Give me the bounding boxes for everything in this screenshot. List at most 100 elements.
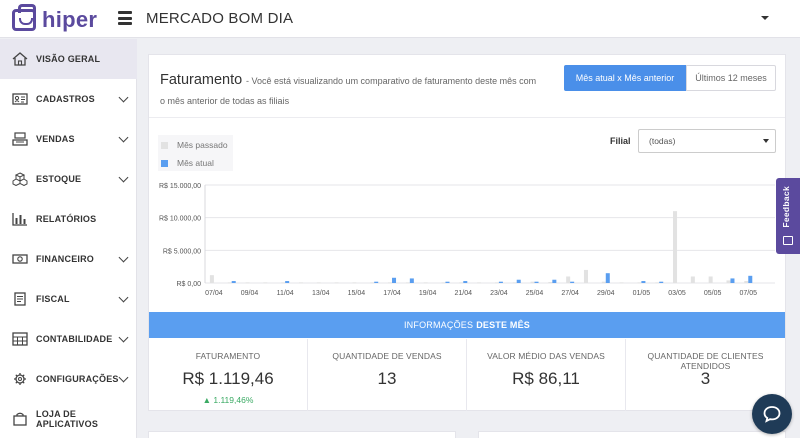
chevron-down-icon	[118, 332, 129, 343]
sidebar-item-label: VENDAS	[36, 134, 75, 144]
boxes-icon	[12, 172, 28, 186]
bar-previous	[388, 282, 393, 284]
chevron-down-icon	[118, 132, 129, 143]
x-tick-label: 11/04	[277, 290, 294, 297]
bar-previous	[263, 282, 268, 284]
bar-current	[231, 281, 236, 283]
filial-label: Filial	[610, 136, 631, 146]
bar-previous	[673, 211, 678, 283]
x-tick-label: 03/05	[668, 290, 686, 297]
chat-bubble-icon	[763, 406, 781, 423]
chevron-down-icon	[118, 172, 129, 183]
bar-previous	[370, 282, 375, 284]
sidebar-item-vendas[interactable]: VENDAS	[0, 119, 137, 159]
sidebar-item-label: CADASTROS	[36, 94, 95, 104]
legend-item-previous[interactable]: Mês passado	[161, 140, 228, 150]
sidebar-item-relatorios[interactable]: RELATÓRIOS	[0, 199, 137, 239]
sidebar-item-label: CONTABILIDADE	[36, 334, 113, 344]
bar-previous	[209, 275, 214, 283]
bar-previous	[744, 281, 749, 283]
bar-current	[498, 281, 503, 283]
y-tick-label: R$ 10.000,00	[159, 216, 201, 223]
last-12-months-button[interactable]: Últimos 12 meses	[686, 65, 776, 91]
billing-subtitle-line2: o mês anterior de todas as filiais	[160, 96, 290, 106]
legend-item-current[interactable]: Mês atual	[161, 158, 214, 168]
sidebar-item-financeiro[interactable]: FINANCEIRO	[0, 239, 137, 279]
x-tick-label: 05/05	[704, 290, 722, 297]
sidebar-item-visao-geral[interactable]: VISÃO GERAL	[0, 39, 137, 79]
sidebar-item-label: FINANCEIRO	[36, 254, 94, 264]
menu-toggle-icon[interactable]	[118, 11, 132, 25]
stat-valor-medio: VALOR MÉDIO DAS VENDAS R$ 86,11	[467, 339, 626, 411]
cash-register-icon	[12, 132, 28, 146]
bar-previous	[530, 281, 535, 283]
billing-subtitle-line1: - Você está visualizando um comparativo …	[246, 76, 537, 86]
sidebar-item-label: LOJA DE APLICATIVOS	[36, 409, 99, 429]
x-tick-label: 09/04	[241, 290, 259, 297]
sidebar-item-configuracoes[interactable]: CONFIGURAÇÕES	[0, 359, 137, 399]
bar-current	[516, 279, 521, 283]
x-tick-label: 29/04	[597, 290, 615, 297]
y-tick-label: R$ 5.000,00	[163, 248, 201, 255]
compare-month-button[interactable]: Mês atual x Mês anterior	[564, 65, 686, 91]
x-tick-label: 01/05	[633, 290, 651, 297]
bottom-card-left	[148, 431, 456, 438]
chat-button[interactable]	[752, 394, 792, 434]
bar-current	[730, 278, 735, 283]
filial-selected-value: (todas)	[649, 136, 676, 146]
stat-label: QUANTIDADE DE VENDAS	[332, 351, 442, 361]
legend-swatch-previous	[161, 141, 168, 149]
bar-previous	[477, 282, 482, 284]
stat-label: VALOR MÉDIO DAS VENDAS	[487, 351, 605, 361]
sidebar-item-contabilidade[interactable]: CONTABILIDADE	[0, 319, 137, 359]
billing-header: Faturamento - Você está visualizando um …	[149, 55, 785, 118]
legend-swatch-current	[161, 159, 168, 167]
stat-value: 3	[700, 369, 711, 388]
id-card-icon	[12, 93, 28, 105]
sidebar-item-estoque[interactable]: ESTOQUE	[0, 159, 137, 199]
bar-current	[374, 281, 379, 283]
x-tick-label: 15/04	[348, 290, 366, 297]
bar-previous	[512, 282, 517, 284]
store-dropdown-caret-icon[interactable]	[761, 16, 769, 20]
logo-text: hiper	[42, 7, 98, 32]
chevron-down-icon	[118, 252, 129, 263]
bar-previous	[494, 282, 499, 284]
x-tick-label: 13/04	[312, 290, 330, 297]
feedback-tab[interactable]: Feedback	[776, 178, 800, 254]
x-tick-label: 21/04	[455, 290, 473, 297]
bar-previous	[316, 282, 321, 284]
dropdown-caret-icon	[763, 139, 769, 143]
x-tick-label: 25/04	[526, 290, 544, 297]
sidebar-item-loja-de-aplicativos[interactable]: LOJA DE APLICATIVOS	[0, 399, 137, 438]
stat-value: R$ 1.119,46	[182, 369, 274, 388]
bar-previous	[298, 282, 303, 284]
legend-label-previous: Mês passado	[177, 140, 228, 150]
chevron-down-icon	[118, 292, 129, 303]
bar-previous	[227, 282, 232, 284]
sidebar-item-cadastros[interactable]: CADASTROS	[0, 79, 137, 119]
sidebar-item-fiscal[interactable]: FISCAL	[0, 279, 137, 319]
bar-current	[748, 275, 753, 283]
bar-current	[463, 281, 468, 283]
home-icon	[12, 52, 28, 66]
bar-current	[409, 278, 414, 283]
billing-title: Faturamento	[160, 72, 243, 88]
bar-previous	[548, 282, 553, 284]
gear-icon	[14, 373, 26, 385]
y-tick-label: R$ 0,00	[176, 281, 201, 288]
document-icon	[14, 292, 26, 306]
filial-select[interactable]: (todas)	[638, 129, 776, 153]
chart-legend: Mês passado Mês atual	[158, 135, 233, 171]
bar-current	[659, 281, 664, 283]
store-name[interactable]: MERCADO BOM DIA	[146, 10, 293, 27]
x-tick-label: 27/04	[561, 290, 579, 297]
stats-row: FATURAMENTO R$ 1.119,46 ▲ 1.119,46% QUAN…	[149, 339, 785, 411]
logo[interactable]: hiper	[12, 4, 98, 33]
x-tick-label: 07/04	[205, 290, 223, 297]
sidebar: VISÃO GERAL CADASTROS VENDAS ESTOQUE REL…	[0, 39, 137, 438]
billing-card: Faturamento - Você está visualizando um …	[148, 54, 786, 411]
bar-current	[570, 281, 575, 283]
stat-faturamento: FATURAMENTO R$ 1.119,46 ▲ 1.119,46%	[149, 339, 308, 411]
bar-current	[605, 273, 610, 283]
